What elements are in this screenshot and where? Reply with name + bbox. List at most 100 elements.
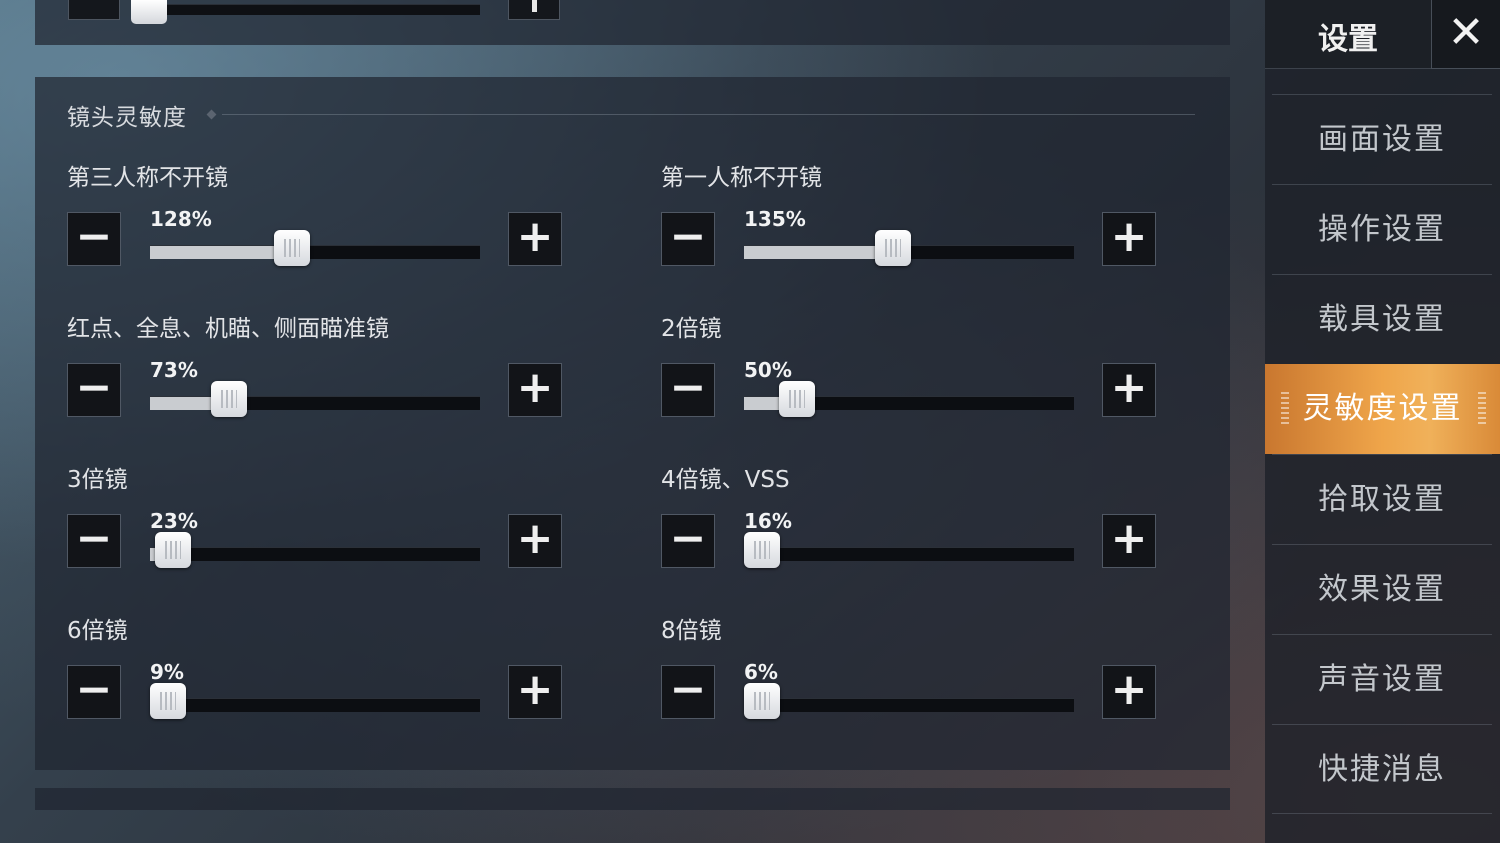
sidebar-item-label: 载具设置	[1318, 302, 1446, 337]
sidebar-item-label: 快捷消息	[1318, 752, 1446, 787]
slider-label: 4倍镜、VSS	[661, 467, 790, 493]
drag-grip-icon	[1281, 392, 1289, 426]
grip-icon	[283, 239, 300, 257]
sidebar-item[interactable]: 灵敏度设置	[1265, 364, 1500, 454]
plus-icon: +	[1110, 513, 1148, 564]
partial-slider-track[interactable]	[150, 4, 480, 15]
slider-track[interactable]	[150, 683, 480, 719]
slider-thumb[interactable]	[273, 230, 310, 266]
grip-icon	[788, 390, 805, 408]
previous-section-panel	[35, 0, 1230, 45]
sidebar-item[interactable]: 快捷消息	[1272, 724, 1492, 814]
slider-track[interactable]	[744, 532, 1074, 568]
sidebar-item-label: 声音设置	[1318, 662, 1446, 697]
slider-value: 128%	[150, 207, 212, 231]
decrease-button[interactable]: −	[67, 363, 121, 417]
increase-button[interactable]: +	[1102, 514, 1156, 568]
sidebar-divider	[1272, 813, 1492, 814]
plus-icon: +	[1110, 362, 1148, 413]
increase-button[interactable]: +	[508, 514, 562, 568]
partial-minus-button[interactable]	[68, 0, 120, 20]
grip-icon	[754, 692, 770, 710]
slider-value: 135%	[744, 207, 806, 231]
minus-icon: −	[75, 664, 113, 715]
sidebar-item[interactable]: 效果设置	[1272, 544, 1492, 634]
sidebar-item[interactable]: 载具设置	[1272, 274, 1492, 364]
close-icon: ✕	[1447, 7, 1485, 58]
slider-track[interactable]	[150, 381, 480, 417]
increase-button[interactable]: +	[1102, 665, 1156, 719]
slider-thumb[interactable]	[778, 381, 815, 417]
slider-thumb[interactable]	[744, 683, 780, 719]
section-divider	[222, 114, 1195, 115]
sidebar-item-label: 效果设置	[1318, 572, 1446, 607]
increase-button[interactable]: +	[508, 212, 562, 266]
slider-label: 6倍镜	[67, 618, 128, 644]
partial-slider-thumb[interactable]	[131, 0, 167, 24]
slider-track[interactable]	[744, 683, 1074, 719]
slider-thumb[interactable]	[744, 532, 780, 568]
slider-value: 9%	[150, 660, 184, 684]
sidebar-item-label: 操作设置	[1318, 212, 1446, 247]
increase-button[interactable]: +	[1102, 212, 1156, 266]
sidebar-item-label: 灵敏度设置	[1302, 391, 1463, 426]
grip-icon	[165, 541, 182, 559]
plus-icon: +	[1110, 664, 1148, 715]
slider-thumb[interactable]	[874, 230, 911, 266]
slider-label: 3倍镜	[67, 467, 128, 493]
plus-icon: +	[516, 211, 554, 262]
decrease-button[interactable]: −	[67, 514, 121, 568]
increase-button[interactable]: +	[1102, 363, 1156, 417]
grip-icon	[754, 541, 770, 559]
plus-icon: +	[516, 513, 554, 564]
slider-thumb[interactable]	[150, 683, 186, 719]
close-button[interactable]: ✕	[1431, 0, 1500, 69]
slider-value: 6%	[744, 660, 778, 684]
minus-icon: −	[669, 362, 707, 413]
slider-thumb[interactable]	[155, 532, 192, 568]
plus-icon: +	[516, 362, 554, 413]
decrease-button[interactable]: −	[67, 665, 121, 719]
slider-label: 8倍镜	[661, 618, 722, 644]
slider-value: 50%	[744, 358, 792, 382]
decrease-button[interactable]: −	[661, 212, 715, 266]
plus-icon: +	[516, 664, 554, 715]
plus-icon: +	[1110, 211, 1148, 262]
minus-icon: −	[75, 211, 113, 262]
grip-icon	[160, 692, 176, 710]
slider-thumb[interactable]	[211, 381, 248, 417]
decrease-button[interactable]: −	[661, 514, 715, 568]
decrease-button[interactable]: −	[67, 212, 121, 266]
slider-track[interactable]	[150, 532, 480, 568]
slider-fill	[744, 246, 893, 259]
sidebar-item[interactable]: 画面设置	[1272, 94, 1492, 184]
section-title: 镜头灵敏度	[67, 105, 187, 131]
sidebar-item[interactable]: 操作设置	[1272, 184, 1492, 274]
slider-label: 第三人称不开镜	[67, 165, 228, 191]
increase-button[interactable]: +	[508, 665, 562, 719]
sidebar-item-label: 画面设置	[1318, 122, 1446, 157]
grip-icon	[884, 239, 901, 257]
grip-icon	[221, 390, 238, 408]
minus-icon: −	[669, 664, 707, 715]
slider-track[interactable]	[150, 230, 480, 266]
slider-label: 第一人称不开镜	[661, 165, 822, 191]
sidebar-item[interactable]: 声音设置	[1272, 634, 1492, 724]
slider-track[interactable]	[744, 230, 1074, 266]
minus-icon: −	[75, 362, 113, 413]
slider-track[interactable]	[744, 381, 1074, 417]
slider-value: 73%	[150, 358, 198, 382]
slider-fill	[150, 246, 292, 259]
slider-value: 23%	[150, 509, 198, 533]
decrease-button[interactable]: −	[661, 665, 715, 719]
slider-label: 2倍镜	[661, 316, 722, 342]
settings-title: 设置	[1318, 22, 1378, 57]
sidebar-item[interactable]: 拾取设置	[1272, 454, 1492, 544]
sidebar-item-label: 拾取设置	[1318, 482, 1446, 517]
minus-icon: −	[669, 211, 707, 262]
slider-value: 16%	[744, 509, 792, 533]
decrease-button[interactable]: −	[661, 363, 715, 417]
minus-icon: −	[669, 513, 707, 564]
increase-button[interactable]: +	[508, 363, 562, 417]
slider-label: 红点、全息、机瞄、侧面瞄准镜	[67, 316, 389, 342]
